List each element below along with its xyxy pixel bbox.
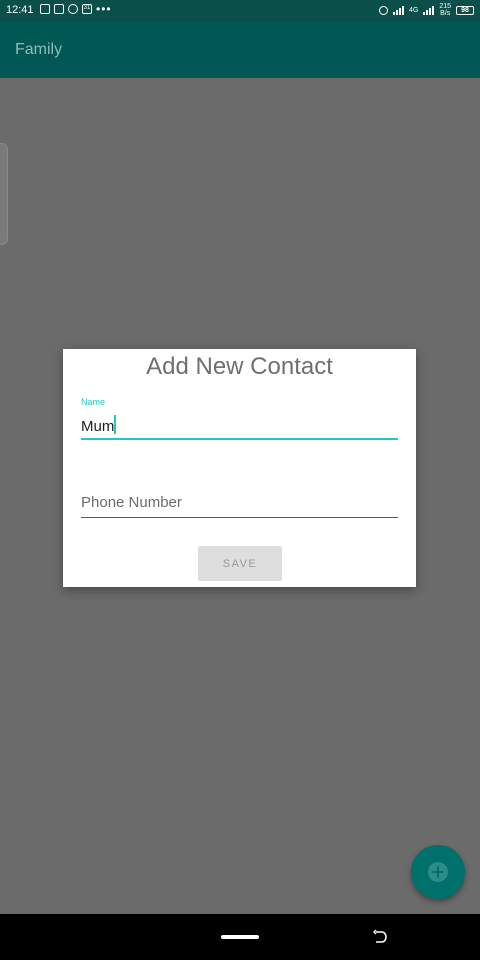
add-contact-fab[interactable] (411, 845, 465, 899)
text-cursor (114, 415, 116, 434)
page-title: Family (15, 41, 63, 58)
status-bar: 12:41 31 ••• 4G 215 B/s 98 (0, 0, 480, 22)
speed-unit: B/s (440, 10, 451, 17)
calendar-icon: 31 (82, 4, 92, 14)
navigation-bar (0, 914, 480, 960)
signal-icon (392, 5, 404, 15)
home-gesture-bar[interactable] (221, 935, 259, 939)
speed-value: 215 (439, 3, 451, 10)
system-indicators: 4G 215 B/s 98 (378, 3, 474, 17)
add-contact-dialog: Add New Contact Name SAVE (63, 349, 416, 587)
notification-icons: 31 ••• (40, 2, 112, 16)
more-notifications-icon: ••• (96, 2, 112, 16)
battery-icon: 98 (456, 5, 474, 15)
hotspot-icon (378, 5, 388, 15)
news-icon (54, 4, 64, 14)
name-underline (81, 438, 398, 440)
status-time: 12:41 (6, 4, 34, 16)
add-circle-icon (428, 862, 448, 882)
background-card (0, 143, 8, 245)
phone-number-input[interactable] (81, 491, 397, 513)
app-bar: Family (0, 22, 480, 78)
phone-underline (81, 517, 398, 518)
name-label: Name (81, 397, 106, 407)
signal-icon-2 (423, 5, 435, 15)
save-button[interactable]: SAVE (198, 546, 282, 581)
name-input[interactable] (81, 415, 397, 437)
back-icon[interactable] (372, 929, 388, 945)
network-speed: 215 B/s (439, 3, 451, 17)
dialog-title: Add New Contact (146, 353, 333, 380)
network-type: 4G (408, 6, 419, 14)
gallery-icon (40, 4, 50, 14)
whatsapp-icon (68, 4, 78, 14)
